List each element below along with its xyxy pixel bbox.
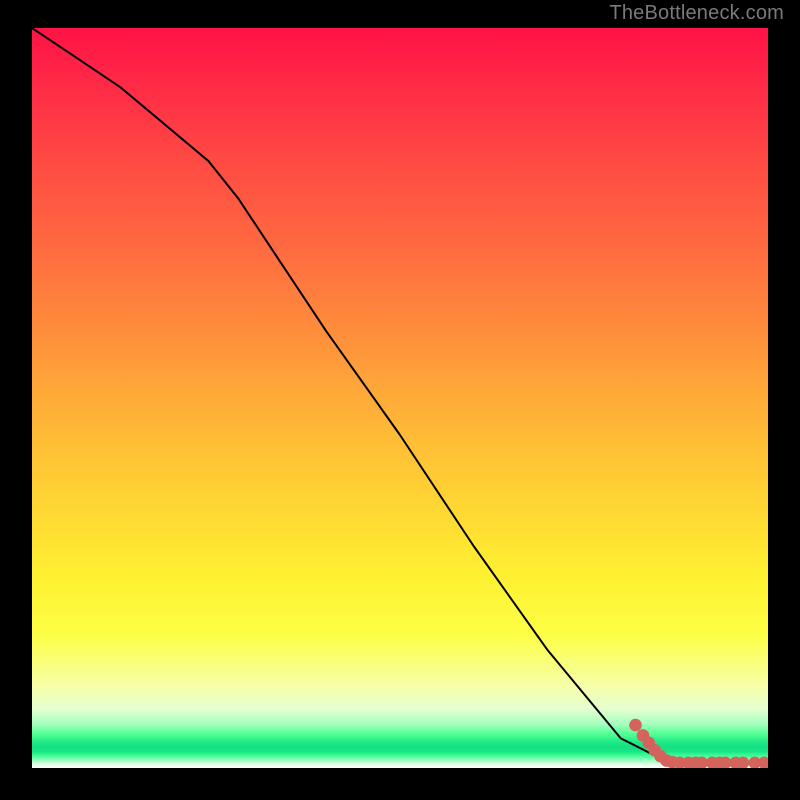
marker-dots xyxy=(629,719,768,768)
plot-overlay xyxy=(32,28,768,768)
marker-dot xyxy=(629,719,642,732)
chart-stage: TheBottleneck.com xyxy=(0,0,800,800)
curve-line xyxy=(32,28,680,763)
marker-dot xyxy=(758,757,768,769)
plot-area xyxy=(32,28,768,768)
attribution-label: TheBottleneck.com xyxy=(609,2,784,25)
